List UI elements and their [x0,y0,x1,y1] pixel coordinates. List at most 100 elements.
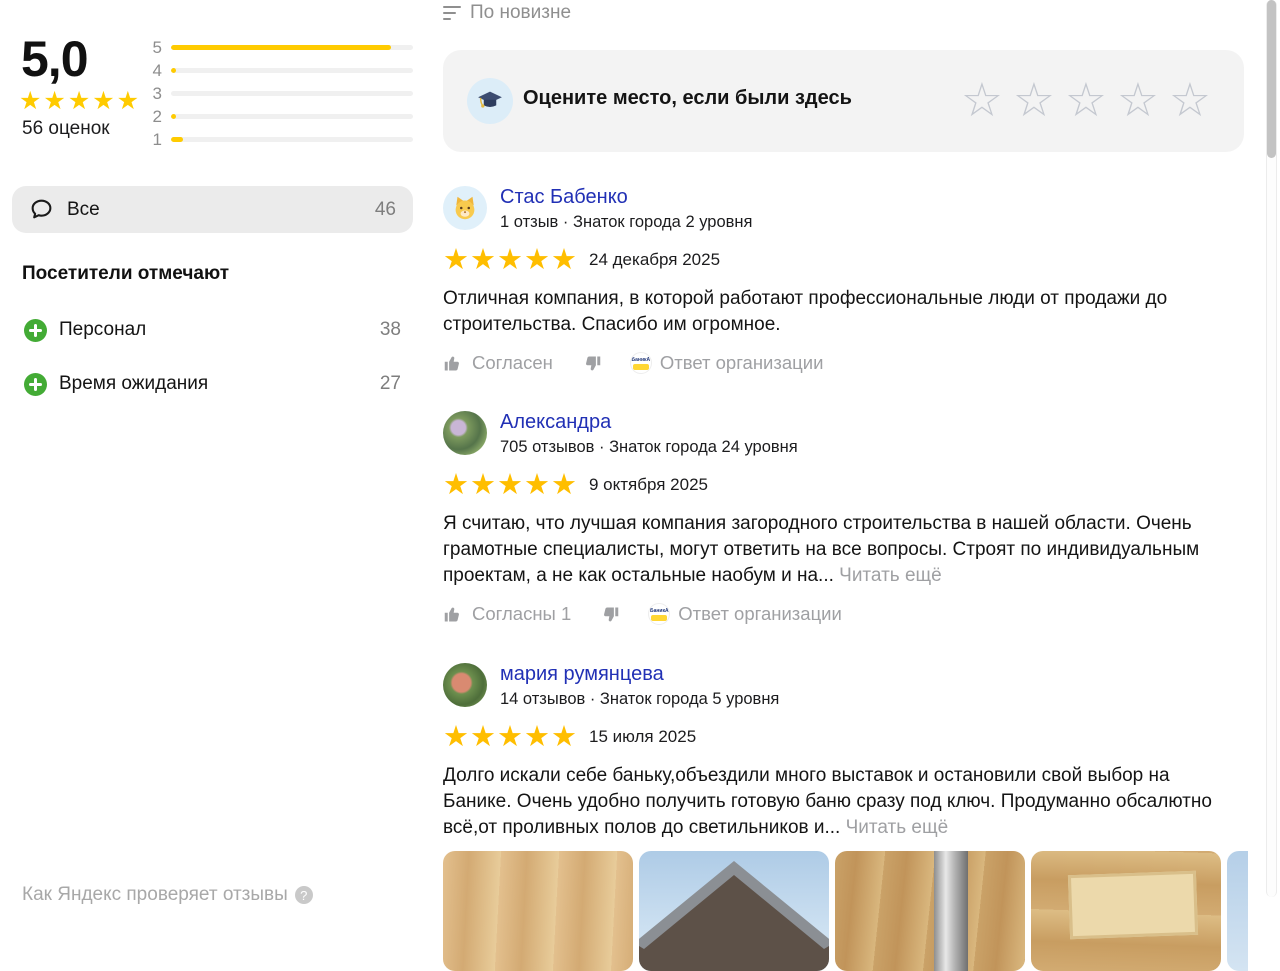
review-stars: ★★★★★ [443,471,578,499]
histogram-fill [171,45,391,50]
thumb-up-icon [443,604,464,625]
rating-stars: ★★★★★ [19,86,141,116]
org-reply-label: Ответ организации [660,352,824,374]
question-circle-icon: ? [295,886,313,904]
thumb-up-icon [443,353,464,374]
review-photo-thumbnail[interactable] [443,851,633,971]
sort-label: По новизне [470,2,571,24]
rate-star-4[interactable]: ☆ [1112,67,1164,133]
rate-place-card: Оцените место, если были здесь ☆ ☆ ☆ ☆ ☆ [443,50,1244,152]
review-text-body: Долго искали себе баньку,объездили много… [443,765,1212,838]
sort-dropdown[interactable]: По новизне [443,2,571,24]
histogram-row-1: 1 [148,128,413,151]
dislike-button[interactable] [599,604,620,625]
org-reply-toggle[interactable]: БаникА Ответ организации [630,352,824,374]
sort-lines-icon [443,6,461,21]
plus-circle-icon [24,373,47,396]
chimney-pipe [934,851,968,971]
avatar[interactable] [443,186,487,230]
histogram-fill [171,68,176,73]
review-rating-row: ★★★★★ 9 октября 2025 [443,471,1243,499]
review-author-block: Стас Бабенко 1 отзыв · Знаток города 2 у… [500,186,752,232]
histogram-fill [171,114,176,119]
like-label: Согласен [472,352,553,374]
how-yandex-verifies-link[interactable]: Как Яндекс проверяет отзывы ? [22,884,313,906]
avatar[interactable] [443,663,487,707]
histogram-label: 2 [148,107,162,127]
plus-circle-icon [24,319,47,342]
review-header: мария румянцева 14 отзывов · Знаток горо… [443,663,1243,709]
read-more-link[interactable]: Читать ещё [839,565,942,586]
rate-star-picker: ☆ ☆ ☆ ☆ ☆ [956,67,1216,133]
ratings-count: 56 оценок [22,118,110,140]
review-rating-row: ★★★★★ 24 декабря 2025 [443,246,1243,274]
rate-star-5[interactable]: ☆ [1164,67,1216,133]
review-actions: Согласны 1 БаникА Ответ организации [443,603,1243,625]
review-author-meta: 705 отзывов · Знаток города 24 уровня [500,438,798,457]
histogram-label: 1 [148,130,162,150]
histogram-track [171,45,413,50]
review-item: мария румянцева 14 отзывов · Знаток горо… [443,663,1243,971]
review-date: 9 октября 2025 [589,475,708,495]
review-author-link[interactable]: Александра [500,411,798,434]
review-text: Я считаю, что лучшая компания загородног… [443,511,1243,589]
review-date: 24 декабря 2025 [589,250,720,270]
thumb-down-icon [581,353,602,374]
org-reply-toggle[interactable]: БаникА Ответ организации [648,603,842,625]
review-author-meta: 1 отзыв · Знаток города 2 уровня [500,213,752,232]
aspect-count: 38 [380,319,401,341]
organization-logo-icon: БаникА [630,352,652,374]
read-more-link[interactable]: Читать ещё [846,817,949,838]
filter-all-count: 46 [375,199,396,221]
review-text: Отличная компания, в которой работают пр… [443,286,1243,338]
review-header: Александра 705 отзывов · Знаток города 2… [443,411,1243,457]
review-author-block: мария румянцева 14 отзывов · Знаток горо… [500,663,779,709]
scrollbar-thumb[interactable] [1267,0,1276,158]
histogram-label: 3 [148,84,162,104]
like-button[interactable]: Согласен [443,352,553,374]
histogram-row-3: 3 [148,82,413,105]
histogram-row-5: 5 [148,36,413,59]
rating-value: 5,0 [21,30,88,88]
review-text-body: Я считаю, что лучшая компания загородног… [443,513,1199,586]
review-photo-thumbnail[interactable] [1031,851,1221,971]
histogram-row-4: 4 [148,59,413,82]
histogram-row-2: 2 [148,105,413,128]
chat-bubble-icon [29,197,54,222]
review-item: Стас Бабенко 1 отзыв · Знаток города 2 у… [443,186,1243,374]
review-header: Стас Бабенко 1 отзыв · Знаток города 2 у… [443,186,1243,232]
cat-emoji-avatar [450,193,480,223]
visitors-note-title: Посетители отмечают [22,263,229,285]
rate-prompt-text: Оцените место, если были здесь [523,87,852,110]
aspect-filter-personal[interactable]: Персонал 38 [12,314,413,346]
aspect-filter-waiting-time[interactable]: Время ожидания 27 [12,368,413,400]
review-stars: ★★★★★ [443,246,578,274]
rate-star-3[interactable]: ☆ [1060,67,1112,133]
rate-star-1[interactable]: ☆ [956,67,1008,133]
review-photo-thumbnail[interactable] [639,851,829,971]
review-stars: ★★★★★ [443,723,578,751]
review-photo-thumbnail[interactable] [835,851,1025,971]
histogram-label: 5 [148,38,162,58]
histogram-track [171,68,413,73]
histogram-track [171,91,413,96]
filter-all-reviews[interactable]: Все 46 [12,186,413,233]
footer-link-label: Как Яндекс проверяет отзывы [22,884,288,906]
review-text: Долго искали себе баньку,объездили много… [443,763,1243,841]
review-author-link[interactable]: мария румянцева [500,663,779,686]
roof-gable-photo [639,851,829,971]
aspect-label: Время ожидания [59,373,208,395]
review-author-block: Александра 705 отзывов · Знаток города 2… [500,411,798,457]
review-item: Александра 705 отзывов · Знаток города 2… [443,411,1243,625]
review-photo-thumbnail[interactable] [1227,851,1248,971]
review-rating-row: ★★★★★ 15 июля 2025 [443,723,1243,751]
like-button[interactable]: Согласны 1 [443,603,571,625]
review-author-link[interactable]: Стас Бабенко [500,186,752,209]
organization-logo-icon: БаникА [648,603,670,625]
avatar[interactable] [443,411,487,455]
reviews-sidebar: 5,0 ★★★★★ 56 оценок 5 4 3 2 1 Все 46 По [0,0,430,897]
graduation-cap-icon [467,78,513,124]
dislike-button[interactable] [581,353,602,374]
rate-star-2[interactable]: ☆ [1008,67,1060,133]
histogram-fill [171,137,183,142]
